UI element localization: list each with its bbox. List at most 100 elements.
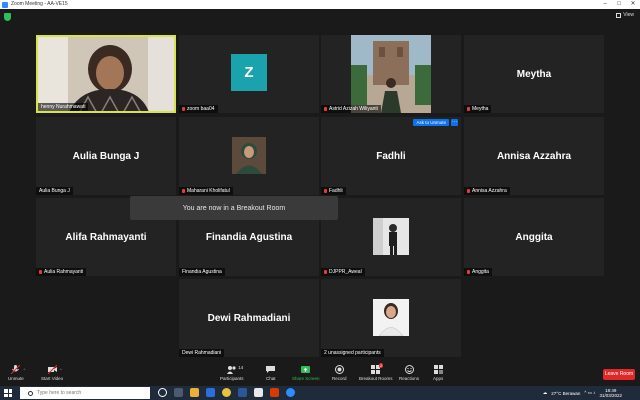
participant-name: Astrid Azizah Wiliyanti: [321, 105, 381, 113]
apps-button[interactable]: Apps: [433, 365, 443, 381]
share-screen-button[interactable]: Share Screen: [292, 365, 320, 381]
participant-name: Anggita: [464, 268, 492, 276]
view-button[interactable]: View: [616, 12, 634, 18]
muted-mic-icon: [182, 106, 185, 111]
search-input[interactable]: [37, 390, 137, 396]
participant-photo-icon: [373, 299, 409, 336]
close-icon[interactable]: ✕: [626, 0, 640, 9]
participant-display-name: Dewi Rahmadiani: [207, 312, 291, 324]
video-tile[interactable]: 2 unassigned participants: [321, 279, 461, 357]
video-tile[interactable]: Aulia Bunga J Aulia Bunga J: [36, 117, 176, 195]
video-tile[interactable]: Ask to Unmute ··· Fadhli Fadhli: [321, 117, 461, 195]
video-tile[interactable]: Maharani Kholifatul: [179, 117, 319, 195]
muted-mic-icon: [324, 188, 327, 193]
participant-display-name: Aulia Bunga J: [72, 150, 140, 162]
reactions-button[interactable]: Reactions: [399, 365, 419, 381]
video-tile[interactable]: Annisa Azzahra Annisa Azzahra: [464, 117, 604, 195]
caret-up-icon[interactable]: ^: [60, 367, 62, 372]
search-icon: [28, 390, 33, 396]
record-label: Record: [332, 376, 347, 381]
chrome-icon[interactable]: [222, 388, 231, 397]
apps-icon: [433, 365, 443, 374]
video-tile[interactable]: Astrid Azizah Wiliyanti: [321, 35, 461, 113]
zoom-window: Zoom Meeting - AA-VE15 – □ ✕ View henny: [0, 0, 640, 400]
caret-up-icon[interactable]: ^: [23, 367, 25, 372]
participant-name: Fadhli: [321, 187, 346, 195]
participant-name: Meytha: [464, 105, 492, 113]
chat-label: Chat: [266, 376, 276, 381]
video-tile[interactable]: Meytha Meytha: [464, 35, 604, 113]
weather-icon[interactable]: ☁: [543, 390, 548, 396]
view-label: View: [623, 12, 634, 18]
video-tile[interactable]: Z zoom baa04: [179, 35, 319, 113]
participants-button[interactable]: 14 Participants: [220, 365, 244, 381]
breakout-rooms-button[interactable]: 2 Breakout Rooms: [359, 363, 393, 381]
grid-icon: [616, 12, 622, 18]
participant-name: Dewi Rahmadiani: [179, 349, 225, 357]
participant-name: zoom baa04: [179, 105, 218, 113]
leave-room-button[interactable]: Leave Room: [603, 369, 635, 380]
video-tile[interactable]: DJPPR_Aweal: [321, 198, 461, 276]
participant-name: Maharani Kholifatul: [179, 187, 233, 195]
participant-name: Annisa Azzahra: [464, 187, 510, 195]
breakout-rooms-label: Breakout Rooms: [359, 376, 393, 381]
windows-taskbar: ☁ 27°C Berawan ^ ▭ ♪ 18:49 31/03/2022: [0, 386, 640, 400]
weather-text[interactable]: 27°C Berawan: [551, 391, 580, 396]
taskbar-apps: [158, 388, 295, 397]
task-view-icon[interactable]: [174, 388, 183, 397]
maximize-icon[interactable]: □: [612, 0, 626, 9]
tray-icons[interactable]: ^ ▭ ♪: [584, 390, 595, 396]
participant-name: 2 unassigned participants: [321, 349, 384, 357]
muted-mic-icon: [182, 188, 185, 193]
clock[interactable]: 18:49 31/03/2022: [599, 388, 622, 398]
muted-mic-icon: [467, 269, 470, 274]
zoom-app-icon: [2, 1, 8, 8]
word-icon[interactable]: [238, 388, 247, 397]
video-tile[interactable]: Dewi Rahmadiani Dewi Rahmadiani: [179, 279, 319, 357]
start-video-label: Start Video: [41, 376, 64, 381]
start-video-button[interactable]: ^ Start Video: [41, 364, 64, 381]
participant-photo-icon: [351, 35, 431, 113]
participant-display-name: Anggita: [515, 231, 553, 243]
breakout-rooms-badge: 2: [379, 363, 384, 368]
apps-label: Apps: [433, 376, 444, 381]
meeting-area: View henny Nurahmawati Z zoom baa04 Astr…: [0, 9, 640, 363]
cortana-icon[interactable]: [158, 388, 167, 397]
muted-mic-icon: [39, 269, 42, 274]
breakout-room-notification: You are now in a Breakout Room: [130, 196, 338, 220]
file-explorer-icon[interactable]: [190, 388, 199, 397]
video-tile-active-speaker[interactable]: henny Nurahmawati: [36, 35, 176, 113]
participant-video-icon: [38, 37, 174, 111]
mail-icon[interactable]: [206, 388, 215, 397]
video-off-icon: ^: [47, 364, 62, 375]
windows-start-icon[interactable]: [4, 389, 12, 397]
participant-name: Aulia Bunga J: [36, 187, 73, 195]
zoom-taskbar-icon[interactable]: [286, 388, 295, 397]
meeting-toolbar: ^ Unmute ^ Start Video 14 Participants C…: [0, 363, 640, 386]
participant-avatar: Z: [231, 54, 267, 91]
muted-microphone-icon: ^: [11, 364, 25, 375]
chat-button[interactable]: Chat: [266, 365, 276, 381]
participants-label: Participants: [220, 376, 244, 381]
unmute-button[interactable]: ^ Unmute: [8, 364, 25, 381]
participant-photo-icon: [373, 218, 409, 255]
store-icon[interactable]: [254, 388, 263, 397]
reactions-label: Reactions: [399, 376, 420, 381]
unmute-label: Unmute: [8, 376, 24, 381]
muted-mic-icon: [324, 106, 327, 111]
record-button[interactable]: Record: [332, 365, 347, 381]
security-shield-icon[interactable]: [4, 13, 11, 21]
powerpoint-icon[interactable]: [270, 388, 279, 397]
video-tile[interactable]: Anggita Anggita: [464, 198, 604, 276]
participants-count: 14: [238, 365, 244, 370]
reactions-icon: [404, 365, 414, 374]
participant-display-name: Meytha: [516, 68, 552, 80]
participant-name: Finandia Agustina: [179, 268, 225, 276]
minimize-icon[interactable]: –: [598, 0, 612, 9]
share-screen-icon: [301, 365, 311, 374]
participant-name: DJPPR_Aweal: [321, 268, 365, 276]
muted-mic-icon: [324, 269, 327, 274]
window-title: Zoom Meeting - AA-VE15: [11, 1, 68, 7]
clock-date: 31/03/2022: [599, 393, 622, 398]
taskbar-search[interactable]: [20, 387, 150, 399]
